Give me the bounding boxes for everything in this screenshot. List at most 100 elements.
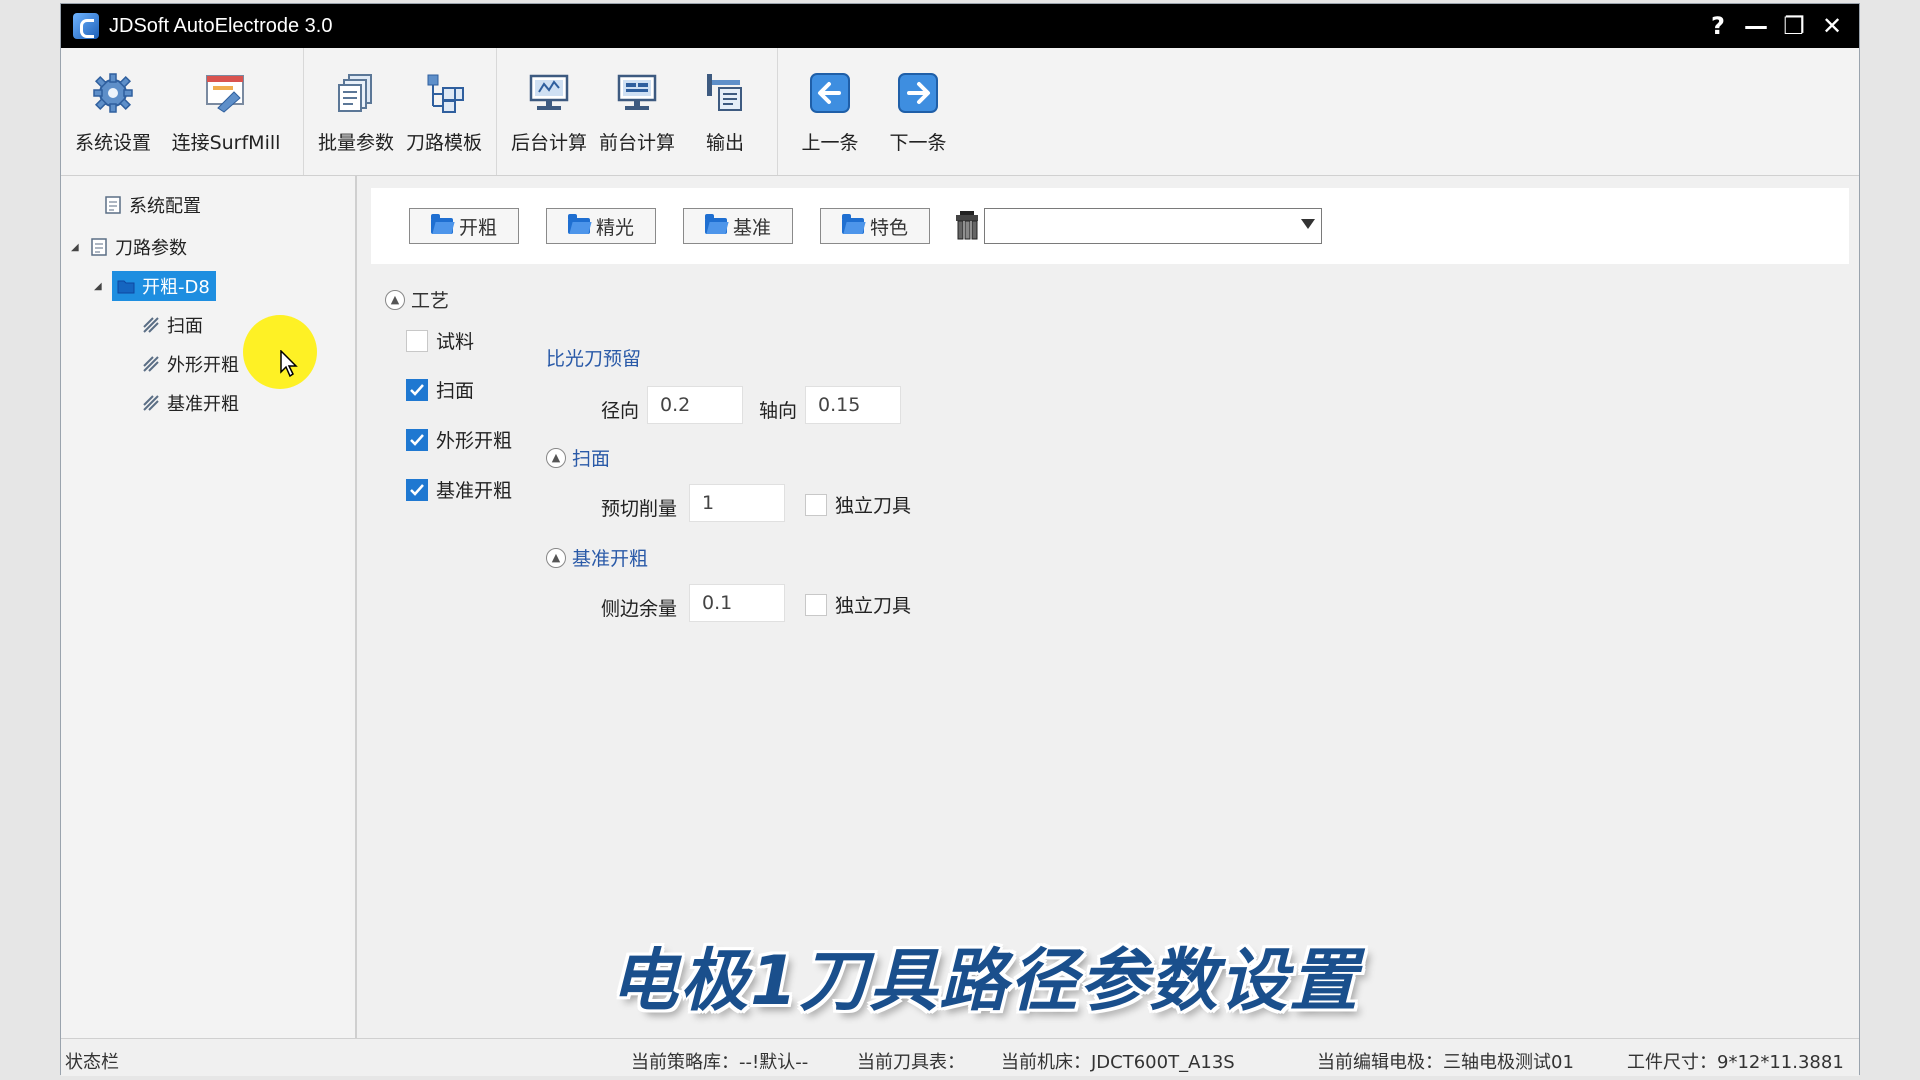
toolbar-group-settings: 系统设置 连接SurfMill	[61, 48, 304, 175]
axial-input[interactable]: 0.15	[805, 386, 901, 424]
collapse-icon[interactable]: ▲	[546, 547, 566, 568]
close-button[interactable]: ✕	[1813, 4, 1851, 48]
toolpath-icon	[141, 354, 161, 374]
sweep-checkbox[interactable]: 扫面	[406, 376, 474, 403]
tree-item-sweep[interactable]: 扫面	[141, 309, 203, 341]
collapse-icon[interactable]: ▲	[546, 447, 566, 468]
tree-item-rough-d8[interactable]: ◢ 开粗-D8	[94, 270, 216, 302]
trial-material-checkbox[interactable]: 试料	[406, 327, 474, 354]
independent-tool-label: 独立刀具	[835, 495, 912, 517]
background-compute-button[interactable]: 后台计算	[509, 48, 589, 175]
previous-item-label: 上一条	[801, 132, 859, 154]
chevron-down-icon[interactable]	[1301, 219, 1315, 229]
status-workpiece-size: 工件尺寸：9*12*11.3881	[1627, 1052, 1844, 1073]
folder-icon	[841, 214, 864, 234]
previous-item-button[interactable]: 上一条	[790, 48, 870, 175]
outline-rough-checkbox[interactable]: 外形开粗	[406, 426, 512, 453]
category-finish-label: 精光	[595, 216, 634, 239]
tree-item-datum-rough[interactable]: 基准开粗	[141, 387, 239, 419]
process-section-title: 工艺	[411, 290, 450, 312]
main-panel: 开粗 精光 基准 特色 ▲ 工艺 试料 扫面 外形开粗 基准开粗 比光刀预留 径…	[361, 176, 1859, 1038]
independent-tool-checkbox[interactable]: 独立刀具	[805, 491, 911, 518]
side-allowance-label: 侧边余量	[601, 598, 678, 620]
toolpath-icon	[141, 315, 161, 335]
gear-icon	[90, 70, 136, 116]
toolpath-icon	[141, 393, 161, 413]
checkbox-unchecked-icon[interactable]	[805, 593, 827, 616]
toolbar-group-params: 批量参数 刀路模板	[304, 48, 497, 175]
checkbox-checked-icon[interactable]	[406, 478, 428, 501]
category-rough-button[interactable]: 开粗	[409, 208, 519, 244]
template-select[interactable]	[984, 208, 1322, 244]
app-window: JDSoft AutoElectrode 3.0 ? — ❐ ✕ 系统设置 连接…	[60, 3, 1860, 1076]
restore-button[interactable]: ❐	[1775, 4, 1813, 48]
help-button[interactable]: ?	[1699, 4, 1737, 48]
datum-section-title: 基准开粗	[572, 548, 649, 570]
status-tool-table: 当前刀具表：	[857, 1052, 965, 1073]
category-special-button[interactable]: 特色	[820, 208, 930, 244]
category-datum-button[interactable]: 基准	[683, 208, 793, 244]
datum-rough-checkbox[interactable]: 基准开粗	[406, 476, 512, 503]
folder-icon	[704, 214, 727, 234]
batch-params-icon	[333, 70, 379, 116]
params-folder-icon	[89, 237, 109, 257]
tree-item-toolpath-params[interactable]: ◢ 刀路参数	[71, 231, 187, 263]
surfmill-icon	[203, 70, 249, 116]
precut-input[interactable]: 1	[689, 484, 785, 522]
checkbox-checked-icon[interactable]	[406, 378, 428, 401]
tree-selected-node[interactable]: 开粗-D8	[112, 271, 216, 301]
status-bar: 状态栏 当前策略库：--!默认-- 当前刀具表： 当前机床：JDCT600T_A…	[61, 1038, 1859, 1076]
expand-arrow-icon[interactable]: ◢	[71, 242, 85, 253]
arrow-left-icon	[807, 70, 853, 116]
folder-icon	[116, 276, 136, 296]
category-special-label: 特色	[869, 216, 908, 239]
checkbox-unchecked-icon[interactable]	[805, 493, 827, 516]
tree-item-outline-rough-label: 外形开粗	[167, 355, 239, 376]
output-label: 输出	[705, 132, 744, 154]
video-caption: 电极1刀具路径参数设置	[610, 942, 1360, 1021]
tool-library-icon[interactable]	[954, 211, 980, 241]
sweep-section-header[interactable]: ▲ 扫面	[546, 444, 610, 471]
checkbox-checked-icon[interactable]	[406, 428, 428, 451]
minimize-button[interactable]: —	[1737, 4, 1775, 48]
collapse-icon[interactable]: ▲	[385, 289, 405, 310]
foreground-compute-label: 前台计算	[598, 132, 675, 154]
radial-input[interactable]: 0.2	[647, 386, 743, 424]
foreground-compute-icon	[614, 70, 660, 116]
output-button[interactable]: 输出	[685, 48, 765, 175]
tree-item-outline-rough[interactable]: 外形开粗	[141, 348, 239, 380]
toolpath-template-icon	[421, 70, 467, 116]
connect-surfmill-label: 连接SurfMill	[171, 132, 281, 154]
toolpath-template-button[interactable]: 刀路模板	[404, 48, 484, 175]
checkbox-unchecked-icon[interactable]	[406, 329, 428, 352]
category-finish-button[interactable]: 精光	[546, 208, 656, 244]
background-compute-icon	[526, 70, 572, 116]
toolbar-group-nav: 上一条 下一条	[778, 48, 970, 175]
connect-surfmill-button[interactable]: 连接SurfMill	[161, 48, 291, 175]
expand-arrow-icon[interactable]: ◢	[94, 281, 108, 292]
status-label: 状态栏	[65, 1052, 119, 1073]
independent-tool-checkbox-2[interactable]: 独立刀具	[805, 591, 911, 618]
system-settings-button[interactable]: 系统设置	[73, 48, 153, 175]
output-icon	[702, 70, 748, 116]
tree-item-datum-rough-label: 基准开粗	[167, 394, 239, 415]
title-bar: JDSoft AutoElectrode 3.0 ? — ❐ ✕	[61, 4, 1859, 48]
process-section-header[interactable]: ▲ 工艺	[385, 286, 449, 313]
next-item-button[interactable]: 下一条	[878, 48, 958, 175]
tree-item-system-config-label: 系统配置	[129, 196, 201, 217]
trial-material-label: 试料	[436, 331, 475, 353]
status-electrode: 当前编辑电极：三轴电极测试01	[1317, 1052, 1574, 1073]
radial-label: 径向	[601, 400, 640, 422]
tree-selected-label: 开粗-D8	[142, 277, 210, 298]
app-logo-icon	[73, 13, 99, 39]
datum-section-header[interactable]: ▲ 基准开粗	[546, 544, 648, 571]
status-strategy: 当前策略库：--!默认--	[631, 1052, 809, 1073]
foreground-compute-button[interactable]: 前台计算	[597, 48, 677, 175]
sweep-checkbox-label: 扫面	[436, 380, 475, 402]
side-allowance-input[interactable]: 0.1	[689, 584, 785, 622]
sweep-section-title: 扫面	[572, 448, 611, 470]
tree-item-toolpath-params-label: 刀路参数	[115, 238, 187, 259]
batch-params-button[interactable]: 批量参数	[316, 48, 396, 175]
tree-item-system-config[interactable]: 系统配置	[89, 189, 201, 221]
toolpath-template-label: 刀路模板	[405, 132, 482, 154]
